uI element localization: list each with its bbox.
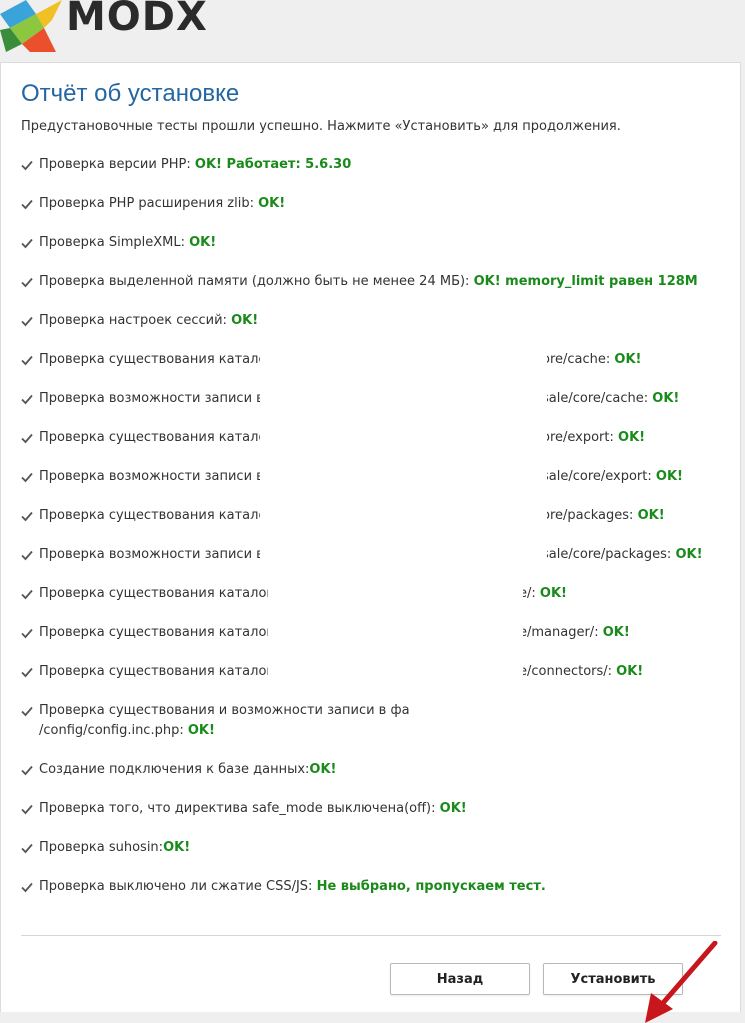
checkmark-icon (21, 238, 33, 249)
check-status: Не выбрано, пропускаем тест. (316, 879, 546, 894)
modx-logo-text: MODX (66, 0, 208, 40)
checkmark-icon (21, 433, 33, 444)
divider (21, 935, 721, 936)
check-label-line2: /config/config.inc.php: (39, 723, 188, 738)
check-label: Проверка PHP расширения zlib: (39, 196, 259, 211)
check-item: Проверка выделенной памяти (должно быть … (21, 272, 721, 311)
intro-text: Предустановочные тесты прошли успешно. Н… (21, 119, 621, 134)
check-path-tail: ore/cache: (542, 352, 615, 367)
checkmark-icon (21, 667, 33, 678)
check-label: Проверка существования каталога (39, 625, 282, 640)
redaction-block (260, 351, 547, 569)
check-path-tail: e/connectors/: (519, 664, 617, 679)
check-status: OK! (602, 625, 630, 640)
check-label: Проверка существования и возможности зап… (39, 703, 435, 718)
check-path-tail: e/manager/: (519, 625, 603, 640)
checkmark-icon (21, 706, 33, 717)
check-item: Проверка выключено ли сжатие CSS/JS: Не … (21, 877, 721, 916)
check-item: Проверка того, что директива safe_mode в… (21, 799, 721, 838)
redaction-block (268, 585, 523, 687)
check-label: Проверка версии PHP: (39, 157, 195, 172)
check-status: OK! (618, 430, 646, 445)
check-item: Проверка настроек сессий: OK! (21, 311, 721, 350)
check-item: Проверка PHP расширения zlib: OK! (21, 194, 721, 233)
check-item: Проверка SimpleXML: OK! (21, 233, 721, 272)
check-item: Проверка версии PHP: OK! Работает: 5.6.3… (21, 155, 721, 194)
check-label: Проверка возможности записи в к (39, 469, 276, 484)
check-label: Проверка suhosin: (39, 840, 164, 855)
modx-logo-icon (0, 0, 62, 52)
install-report-panel: Отчёт об установке Предустановочные тест… (0, 62, 741, 1023)
checkmark-icon (21, 804, 33, 815)
check-label: Создание подключения к базе данных: (39, 762, 310, 777)
check-status: OK! (539, 586, 567, 601)
checkmark-icon (21, 765, 33, 776)
check-status: OK! Работает: 5.6.30 (194, 157, 352, 172)
checkmark-icon (21, 843, 33, 854)
checkmark-icon (21, 472, 33, 483)
check-label: Проверка возможности записи в к (39, 391, 276, 406)
check-status: OK! (655, 469, 683, 484)
check-status: OK! (675, 547, 703, 562)
check-status: OK! (309, 762, 337, 777)
check-status: OK! (231, 313, 259, 328)
checkmark-icon (21, 394, 33, 405)
check-path-tail: sale/core/cache: (542, 391, 653, 406)
check-status: OK! (439, 801, 467, 816)
check-status: OK! (189, 235, 217, 250)
check-status: OK! (616, 664, 644, 679)
checkmark-icon (21, 199, 33, 210)
check-status: OK! (187, 723, 215, 738)
checkmark-icon (21, 355, 33, 366)
check-status: OK! (637, 508, 665, 523)
redaction-block (410, 699, 670, 725)
check-label: Проверка существования каталога (39, 430, 282, 445)
checkmark-icon (21, 160, 33, 171)
checkmark-icon (21, 277, 33, 288)
check-label: Проверка возможности записи в к (39, 547, 276, 562)
checkmark-icon (21, 511, 33, 522)
check-path-tail: ore/packages: (542, 508, 638, 523)
check-label: Проверка того, что директива safe_mode в… (39, 801, 440, 816)
check-status: OK! memory_limit равен 128M (473, 274, 698, 289)
header: MODX (0, 0, 745, 62)
back-button[interactable]: Назад (390, 963, 530, 995)
page-title: Отчёт об установке (21, 80, 240, 107)
check-path-tail: sale/core/packages: (542, 547, 676, 562)
check-status: OK! (652, 391, 680, 406)
check-label: Проверка существования каталога (39, 664, 282, 679)
check-path-tail: sale/core/export: (542, 469, 656, 484)
check-item: Создание подключения к базе данных:OK! (21, 760, 721, 799)
checkmark-icon (21, 550, 33, 561)
check-status: OK! (614, 352, 642, 367)
check-item: Проверка suhosin:OK! (21, 838, 721, 877)
checkmark-icon (21, 628, 33, 639)
check-label: Проверка выделенной памяти (должно быть … (39, 274, 474, 289)
red-arrow-annotation (645, 941, 718, 1023)
check-path-tail: ore/export: (542, 430, 619, 445)
check-label: Проверка настроек сессий: (39, 313, 232, 328)
check-status: OK! (258, 196, 286, 211)
check-label: Проверка существования каталога (39, 508, 282, 523)
check-label: Проверка выключено ли сжатие CSS/JS: (39, 879, 317, 894)
check-label: Проверка SimpleXML: (39, 235, 190, 250)
checkmark-icon (21, 589, 33, 600)
checkmark-icon (21, 882, 33, 893)
checkmark-icon (21, 316, 33, 327)
check-label: Проверка существования каталога (39, 586, 282, 601)
check-label: Проверка существования каталога (39, 352, 282, 367)
check-status: OK! (163, 840, 191, 855)
